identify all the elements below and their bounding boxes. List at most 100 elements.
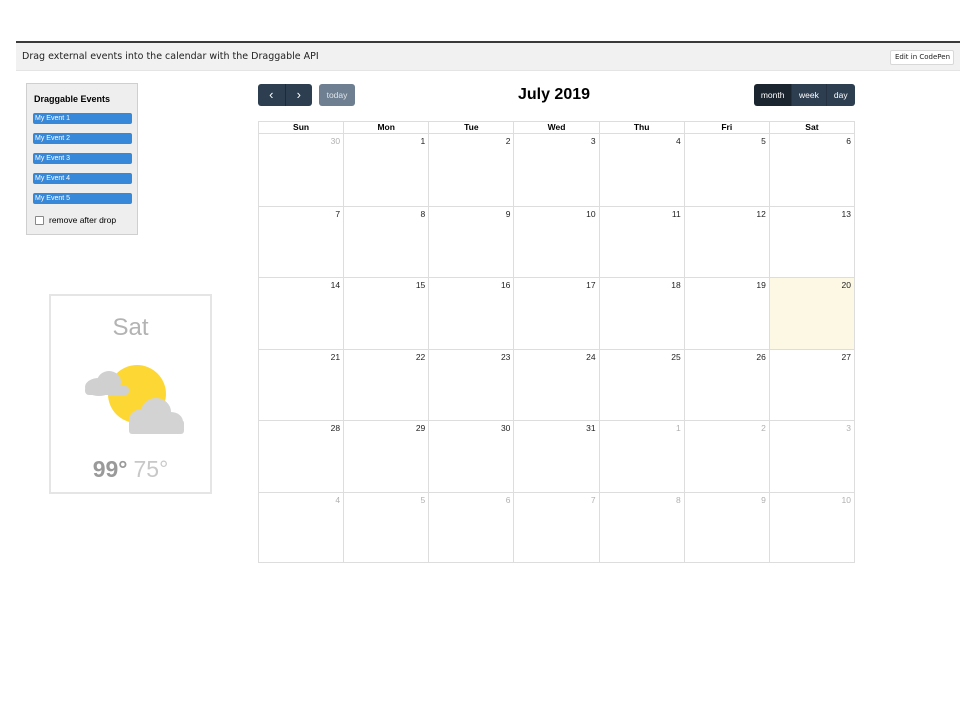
day-number: 10	[586, 208, 596, 219]
day-number: 8	[420, 208, 426, 219]
calendar-day[interactable]: 17	[513, 278, 598, 349]
calendar-day[interactable]: 9	[428, 206, 513, 277]
calendar-day[interactable]: 15	[343, 278, 428, 349]
day-number: 2	[505, 136, 511, 146]
calendar-day[interactable]: 5	[343, 492, 428, 563]
calendar-day[interactable]: 12	[683, 206, 769, 277]
draggable-event[interactable]: My Event 5	[33, 193, 132, 204]
calendar-day[interactable]: 4	[259, 493, 343, 564]
day-number: 6	[505, 494, 511, 505]
weather-widget: Sat 99° 75°	[49, 294, 212, 494]
calendar-day[interactable]: 2	[428, 134, 513, 206]
calendar-day[interactable]: 10	[513, 206, 598, 277]
calendar-day[interactable]: 27	[768, 349, 854, 420]
calendar-day[interactable]: 6	[768, 134, 854, 206]
calendar-day[interactable]: 8	[343, 206, 428, 277]
day-number: 10	[841, 494, 851, 505]
day-number: 28	[330, 423, 341, 433]
calendar-day[interactable]: 2	[683, 421, 769, 492]
calendar-title: July 2019	[517, 86, 591, 103]
day-number: 12	[756, 208, 766, 219]
calendar-week: 21 22 23 24 25 26 27	[259, 348, 854, 421]
calendar-day[interactable]: 1	[343, 134, 428, 206]
day-name: Fri	[683, 122, 769, 133]
day-number: 8	[675, 494, 681, 505]
day-name: Wed	[513, 122, 598, 133]
calendar-day[interactable]: 28	[259, 421, 343, 492]
calendar-day[interactable]: 11	[598, 206, 684, 277]
calendar-day[interactable]: 25	[598, 349, 684, 420]
calendar-day[interactable]: 24	[513, 349, 598, 420]
day-number: 5	[761, 136, 766, 146]
calendar-header: Sun Mon Tue Wed Thu Fri Sat	[259, 122, 854, 134]
prev-button[interactable]: ‹	[258, 84, 286, 106]
day-number: 1	[420, 136, 426, 146]
calendar-day[interactable]: 22	[343, 349, 428, 420]
day-number: 6	[846, 136, 851, 146]
calendar-day[interactable]: 31	[513, 421, 598, 492]
calendar-day[interactable]: 23	[428, 349, 513, 420]
day-number: 16	[500, 280, 511, 290]
day-number: 24	[586, 351, 596, 362]
week-view-button[interactable]: week	[791, 84, 826, 106]
calendar-day[interactable]: 21	[259, 350, 343, 421]
day-name: Tue	[428, 122, 513, 133]
calendar-day-today[interactable]: 20	[768, 278, 854, 349]
calendar-day[interactable]: 3	[768, 421, 854, 492]
day-number: 20	[841, 280, 851, 290]
day-number: 4	[675, 136, 681, 146]
calendar-day[interactable]: 16	[428, 278, 513, 349]
calendar-day[interactable]: 3	[513, 134, 598, 206]
day-number: 3	[590, 136, 596, 146]
draggable-event[interactable]: My Event 4	[33, 173, 132, 184]
calendar-day[interactable]: 19	[683, 278, 769, 349]
today-button[interactable]: today	[319, 84, 355, 106]
temp-low: 75°	[133, 456, 169, 482]
calendar-day[interactable]: 30	[259, 134, 343, 206]
day-number: 26	[756, 351, 766, 362]
calendar-day[interactable]: 18	[598, 278, 684, 349]
day-view-button[interactable]: day	[825, 84, 855, 106]
calendar-day[interactable]: 14	[259, 278, 343, 349]
calendar-day[interactable]: 26	[683, 349, 769, 420]
calendar-day[interactable]: 1	[598, 421, 684, 492]
calendar-day[interactable]: 7	[513, 492, 598, 563]
day-number: 5	[420, 494, 426, 505]
draggable-event[interactable]: My Event 1	[33, 113, 132, 124]
day-number: 7	[590, 494, 596, 505]
edit-in-codepen-button[interactable]: Edit in CodePen	[890, 50, 954, 65]
day-number: 18	[671, 280, 681, 290]
day-number: 19	[756, 280, 766, 290]
day-number: 21	[330, 351, 341, 362]
calendar-day[interactable]: 9	[683, 492, 769, 563]
day-number: 17	[586, 280, 596, 290]
day-number: 11	[671, 208, 681, 219]
calendar-week: 7 8 9 10 11 12 13	[259, 205, 854, 278]
draggable-event[interactable]: My Event 3	[33, 153, 132, 164]
calendar-week: 14 15 16 17 18 19 20	[259, 277, 854, 349]
view-switcher: month week day	[754, 84, 855, 106]
temp-high: 99°	[92, 456, 128, 482]
calendar-grid: Sun Mon Tue Wed Thu Fri Sat 30 1 2 3 4 5 6 7 8 9 1…	[258, 121, 855, 563]
next-button[interactable]: ›	[286, 84, 313, 106]
calendar-day[interactable]: 7	[259, 207, 343, 278]
calendar-day[interactable]: 10	[768, 492, 854, 563]
draggable-event[interactable]: My Event 2	[33, 133, 132, 144]
calendar-day[interactable]: 6	[428, 492, 513, 563]
calendar-week: 28 29 30 31 1 2 3	[259, 420, 854, 492]
remove-after-drop-checkbox[interactable]	[35, 215, 44, 225]
day-number: 9	[505, 208, 511, 219]
calendar-day[interactable]: 4	[598, 134, 684, 206]
day-number: 13	[841, 208, 851, 219]
calendar-day[interactable]: 13	[768, 206, 854, 277]
calendar-day[interactable]: 5	[683, 134, 769, 206]
calendar-body: 30 1 2 3 4 5 6 7 8 9 10 11 12 13 14 15 16 17 18 19 20 21 22 23 2…	[259, 134, 854, 563]
month-view-button[interactable]: month	[754, 84, 792, 106]
calendar-day[interactable]: 29	[343, 421, 428, 492]
calendar-day[interactable]: 30	[428, 421, 513, 492]
day-name: Sun	[293, 122, 310, 132]
remove-after-drop-option[interactable]: remove after drop	[35, 215, 116, 225]
day-name: Mon	[343, 122, 428, 133]
calendar-day[interactable]: 8	[598, 492, 684, 563]
day-number: 22	[415, 351, 426, 362]
